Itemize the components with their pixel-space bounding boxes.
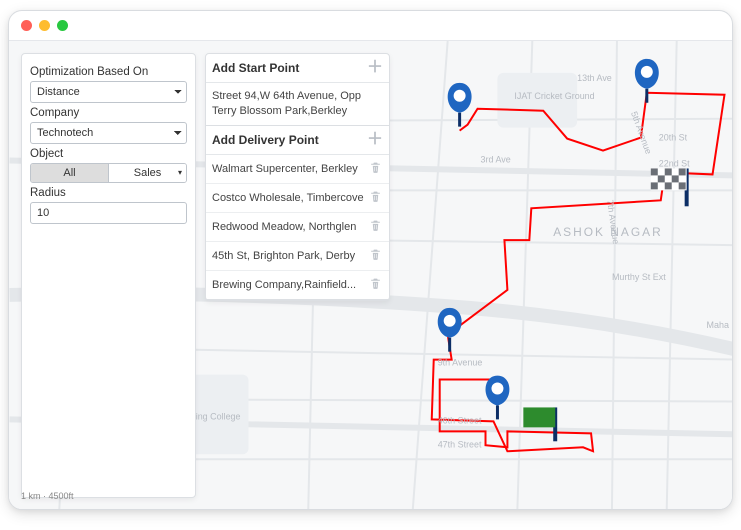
company-select[interactable]: Technotech [30,122,187,144]
street-label-3rd: 3rd Ave [481,154,511,164]
start-point-header: Add Start Point [212,61,299,75]
route-form-panel: Optimization Based On Distance Company T… [21,53,196,498]
delivery-item-label: Walmart Supercenter, Berkley [212,163,358,175]
delivery-item[interactable]: Costco Wholesale, Timbercove [206,183,389,212]
street-label-20: 20th St [659,133,688,143]
street-label-9th: 9th Avenue [438,358,483,368]
map-pin-3[interactable] [438,308,462,352]
radius-label: Radius [30,187,187,199]
street-label-46: 46th Street [438,415,482,425]
delivery-item[interactable]: 45th St, Brighton Park, Derby [206,241,389,270]
delivery-item-label: Costco Wholesale, Timbercove [212,192,364,204]
map-pin-2[interactable] [635,59,659,103]
delivery-points-list: Walmart Supercenter, Berkley Costco Whol… [206,155,389,299]
object-tab-sales[interactable]: Sales▾ [108,164,186,182]
map-pin-4[interactable] [486,376,510,420]
window-close-button[interactable] [21,20,32,31]
street-label-13: 13th Ave [577,73,612,83]
content-area: ASHOK NAGAR 3rd Ave 13th Ave 16th Avenue… [9,41,732,509]
poi-cricket: IJAT Cricket Ground [514,91,594,101]
start-flag-icon[interactable] [523,407,555,441]
area-label: ASHOK NAGAR [553,225,662,239]
company-label: Company [30,107,187,119]
radius-input[interactable] [30,202,187,224]
delivery-points-header: Add Delivery Point [212,133,319,147]
object-label: Object [30,148,187,160]
street-label-22: 22nd St [659,158,690,168]
start-point-address: Street 94,W 64th Avenue, Opp Terry Bloss… [206,83,389,125]
delivery-item-label: Brewing Company,Rainfield... [212,279,356,291]
delivery-item[interactable]: Walmart Supercenter, Berkley [206,155,389,183]
delivery-item[interactable]: Redwood Meadow, Northglen [206,212,389,241]
optimization-select[interactable]: Distance [30,81,187,103]
trash-icon[interactable] [369,277,383,293]
object-tab-all[interactable]: All [31,164,108,182]
object-segmented: All Sales▾ [30,163,187,183]
trash-icon[interactable] [369,219,383,235]
chevron-down-icon: ▾ [178,168,182,177]
map-scale: 1 km · 4500ft [21,491,74,501]
window-minimize-button[interactable] [39,20,50,31]
trash-icon[interactable] [369,161,383,177]
points-panel: Add Start Point ＋ Street 94,W 64th Avenu… [205,53,390,301]
delivery-item-label: Redwood Meadow, Northglen [212,221,356,233]
delivery-item[interactable]: Brewing Company,Rainfield... [206,270,389,299]
trash-icon[interactable] [369,190,383,206]
street-label-murthy: Murthy St Ext [612,272,666,282]
app-window: ASHOK NAGAR 3rd Ave 13th Ave 16th Avenue… [8,10,733,510]
street-label-47: 47th Street [438,439,482,449]
street-label-5th: 5th Avenue [629,110,654,155]
add-start-point-button[interactable]: ＋ [367,60,383,76]
trash-icon[interactable] [369,248,383,264]
window-zoom-button[interactable] [57,20,68,31]
add-delivery-point-button[interactable]: ＋ [367,132,383,148]
start-point-section: Add Start Point ＋ Street 94,W 64th Avenu… [206,54,389,126]
delivery-points-section: Add Delivery Point ＋ Walmart Supercenter… [206,126,389,300]
titlebar [9,11,732,41]
optimization-label: Optimization Based On [30,66,187,78]
street-label-maha: Maha [707,320,729,330]
delivery-item-label: 45th St, Brighton Park, Derby [212,250,355,262]
